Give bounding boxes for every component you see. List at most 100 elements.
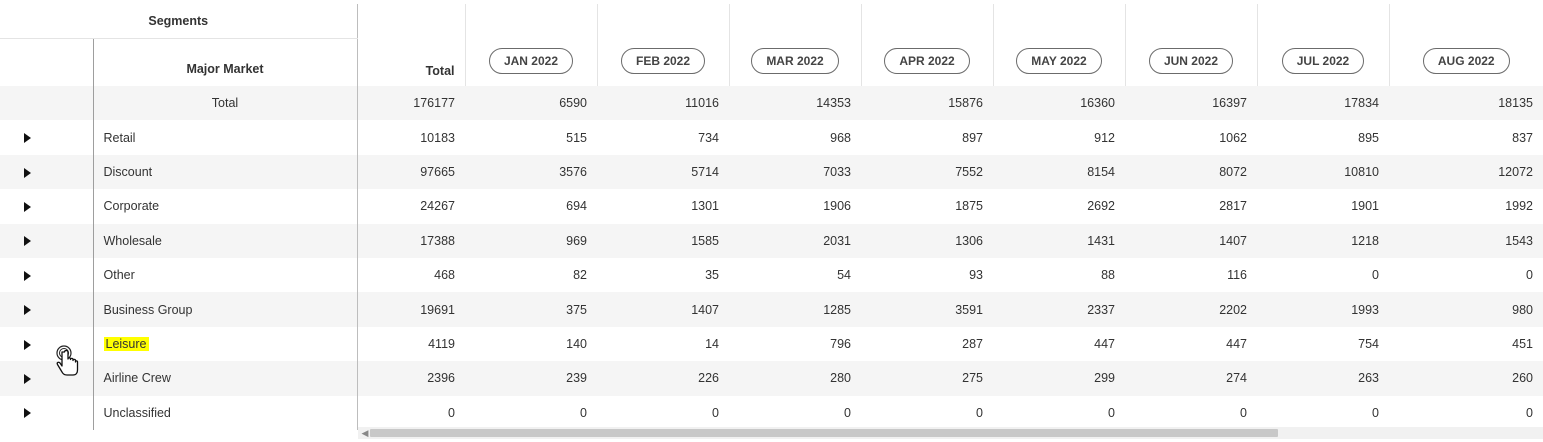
- month-pill[interactable]: JUN 2022: [1148, 48, 1234, 74]
- expand-toggle[interactable]: [0, 224, 93, 258]
- row-total: 17388: [420, 233, 455, 248]
- expand-toggle[interactable]: [0, 396, 93, 430]
- table-cell: 226: [698, 371, 719, 386]
- table-row[interactable]: Corporate 24267 694 1301 1906 1875 2692 2817 190…: [0, 189, 1543, 224]
- row-label-cell: Business Group: [92, 292, 358, 327]
- caret-right-icon[interactable]: [24, 236, 31, 247]
- table-cell: 980: [1512, 302, 1533, 317]
- row-total: 4119: [428, 336, 455, 351]
- table-cell: 116: [1227, 268, 1247, 283]
- row-label: Leisure: [103, 336, 149, 351]
- month-header[interactable]: MAR 2022: [728, 4, 861, 86]
- table-cell: 912: [1094, 130, 1115, 145]
- table-cell: 2202: [1219, 302, 1247, 317]
- month-pill[interactable]: APR 2022: [884, 48, 970, 74]
- total-row-cell: 16360: [1080, 96, 1115, 111]
- table-cell: 299: [1094, 371, 1115, 386]
- total-column-header[interactable]: Total: [356, 4, 465, 86]
- month-header[interactable]: AUG 2022: [1388, 4, 1543, 86]
- month-header[interactable]: JUL 2022: [1256, 4, 1389, 86]
- chevron-left-icon[interactable]: ◀: [360, 427, 370, 439]
- table-row[interactable]: Retail 10183 515 734 968 897 912 1062 895 837: [0, 120, 1543, 155]
- month-pill[interactable]: MAR 2022: [751, 48, 839, 74]
- row-total: 24267: [420, 199, 455, 214]
- table-cell: 12072: [1498, 164, 1533, 179]
- table-cell: 82: [573, 268, 587, 283]
- caret-right-icon[interactable]: [24, 408, 31, 419]
- table-row[interactable]: Wholesale 17388 969 1585 2031 1306 1431 1407 121…: [0, 223, 1543, 258]
- table-cell: 88: [1101, 268, 1115, 283]
- table-cell: 0: [1526, 268, 1533, 283]
- expand-toggle[interactable]: [0, 155, 93, 189]
- table-cell: 8072: [1219, 164, 1247, 179]
- row-label: Unclassified: [103, 405, 171, 420]
- total-row-cell: 6590: [559, 96, 587, 111]
- data-grid: Segments Total JAN 2022 FEB 2022 MAR 202…: [0, 4, 1543, 430]
- table-cell: 451: [1512, 336, 1533, 351]
- table-cell: 3576: [559, 164, 587, 179]
- table-row[interactable]: Unclassified 0 0 0 0 0 0 0 0 0: [0, 395, 1543, 430]
- month-header[interactable]: JUN 2022: [1124, 4, 1257, 86]
- caret-right-icon[interactable]: [24, 167, 31, 178]
- table-row[interactable]: Discount 97665 3576 5714 7033 7552 8154 8072 108…: [0, 154, 1543, 190]
- month-pill[interactable]: MAY 2022: [1016, 48, 1102, 74]
- table-cell: 515: [566, 130, 587, 145]
- table-cell: 7033: [823, 164, 851, 179]
- expand-toggle[interactable]: [0, 258, 93, 292]
- table-cell: 1901: [1351, 199, 1379, 214]
- caret-right-icon[interactable]: [24, 339, 31, 350]
- table-cell: 0: [844, 405, 851, 420]
- major-market-header[interactable]: Major Market: [92, 38, 358, 86]
- row-total: 10183: [420, 130, 455, 145]
- row-label-cell: Corporate: [92, 189, 358, 224]
- row-label-cell: Unclassified: [92, 395, 358, 430]
- month-header[interactable]: FEB 2022: [596, 4, 729, 86]
- table-cell: 895: [1358, 130, 1379, 145]
- expand-toggle[interactable]: [0, 292, 93, 326]
- caret-right-icon[interactable]: [24, 133, 31, 144]
- table-cell: 447: [1226, 336, 1247, 351]
- expand-toggle[interactable]: [0, 120, 93, 154]
- table-cell: 1875: [955, 199, 983, 214]
- table-cell: 1306: [955, 233, 983, 248]
- total-row-label: Total: [92, 86, 358, 121]
- table-cell: 754: [1358, 336, 1379, 351]
- month-pill[interactable]: JAN 2022: [488, 48, 574, 74]
- table-row[interactable]: Business Group 19691 375 1407 1285 3591 2337 22…: [0, 292, 1543, 327]
- table-cell: 1992: [1505, 199, 1533, 214]
- month-pill[interactable]: AUG 2022: [1422, 48, 1510, 74]
- month-header[interactable]: APR 2022: [860, 4, 993, 86]
- expand-toggle[interactable]: [0, 189, 93, 223]
- horizontal-scrollbar[interactable]: ◀: [358, 427, 1543, 439]
- table-cell: 2031: [823, 233, 851, 248]
- table-row[interactable]: Airline Crew 2396 239 226 280 275 299 274 263 260: [0, 361, 1543, 396]
- table-cell: 5714: [691, 164, 719, 179]
- table-cell: 968: [830, 130, 851, 145]
- caret-right-icon[interactable]: [24, 305, 31, 316]
- table-row[interactable]: Leisure 4119 140 14 796 287 447 447 754 451: [0, 326, 1543, 362]
- table-cell: 35: [705, 268, 719, 283]
- table-cell: 1543: [1505, 233, 1533, 248]
- total-row: Total 176177 6590 11016 14353 15876 1636…: [0, 86, 1543, 121]
- table-cell: 1301: [691, 199, 719, 214]
- row-total: 0: [448, 405, 455, 420]
- month-header[interactable]: JAN 2022: [464, 4, 597, 86]
- scrollbar-thumb[interactable]: [370, 429, 1278, 437]
- table-cell: 280: [830, 371, 851, 386]
- table-cell: 260: [1512, 371, 1533, 386]
- caret-right-icon[interactable]: [24, 202, 31, 213]
- table-row[interactable]: Other 468 82 35 54 93 88 116 0 0: [0, 257, 1543, 293]
- month-header[interactable]: MAY 2022: [992, 4, 1125, 86]
- total-row-cell: 16397: [1212, 96, 1247, 111]
- table-cell: 10810: [1344, 164, 1379, 179]
- month-pill[interactable]: FEB 2022: [620, 48, 706, 74]
- month-pill[interactable]: JUL 2022: [1281, 48, 1365, 74]
- row-label-cell: Airline Crew: [92, 361, 358, 396]
- row-label: Wholesale: [103, 233, 162, 248]
- table-cell: 375: [566, 302, 587, 317]
- caret-right-icon[interactable]: [24, 374, 31, 385]
- table-cell: 3591: [955, 302, 983, 317]
- table-cell: 897: [962, 130, 983, 145]
- table-cell: 694: [566, 199, 587, 214]
- caret-right-icon[interactable]: [24, 270, 31, 281]
